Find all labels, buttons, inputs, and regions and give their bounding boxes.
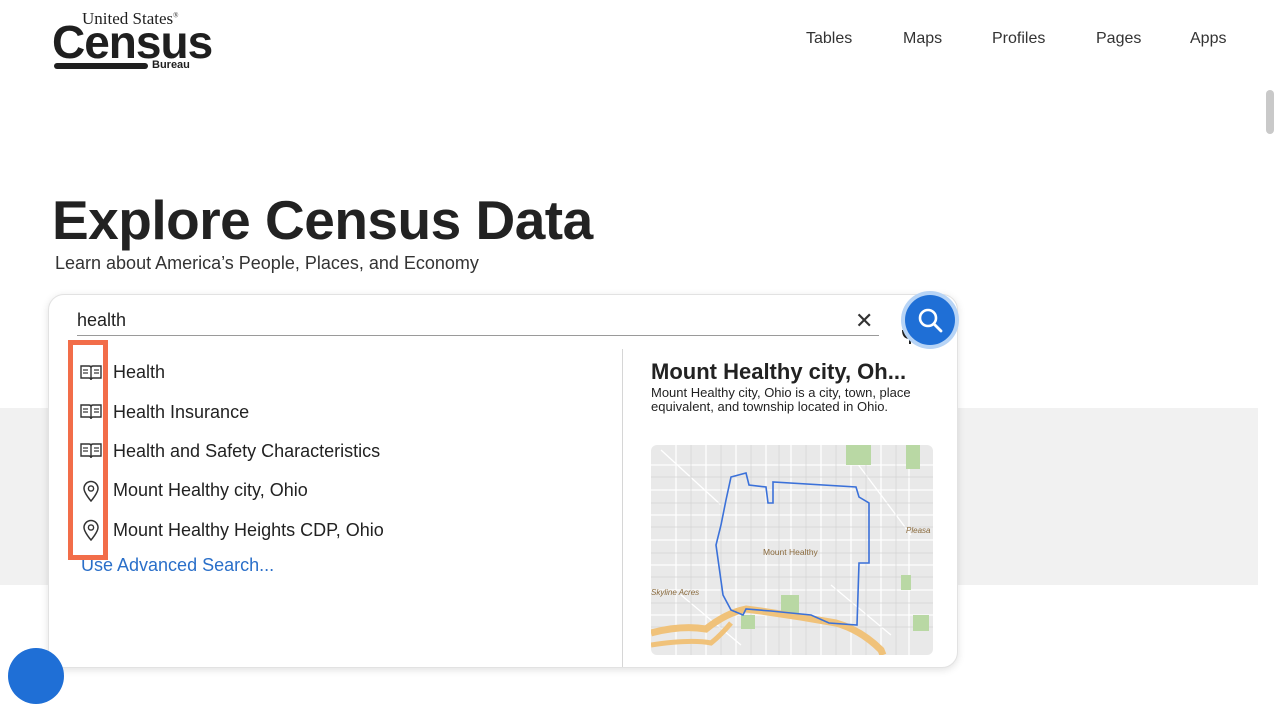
preview-map[interactable]: Mount Healthy Skyline Acres Pleasa bbox=[651, 445, 933, 655]
search-icon bbox=[918, 308, 943, 333]
suggestion-label: Health bbox=[113, 362, 166, 383]
search-field: ✕ bbox=[77, 307, 918, 344]
suggestion-list: Health Health Insurance Health and Safet… bbox=[79, 353, 619, 550]
preview-title[interactable]: Mount Healthy city, Oh... bbox=[651, 359, 941, 385]
suggestion-label: Mount Healthy city, Ohio bbox=[113, 480, 308, 501]
scrollbar-thumb[interactable] bbox=[1266, 90, 1274, 134]
search-panel: ✕ Health Health Insurance bbox=[48, 294, 958, 668]
search-button[interactable] bbox=[905, 295, 955, 345]
suggestion-item[interactable]: Mount Healthy Heights CDP, Ohio bbox=[79, 511, 619, 550]
logo-bottom-text: Bureau bbox=[152, 59, 190, 71]
panel-divider bbox=[622, 349, 623, 667]
map-label-city: Mount Healthy bbox=[763, 547, 819, 557]
map-label-west: Skyline Acres bbox=[651, 588, 699, 597]
page-title: Explore Census Data bbox=[52, 189, 593, 251]
nav-tables[interactable]: Tables bbox=[806, 30, 852, 48]
suggestion-item[interactable]: Mount Healthy city, Ohio bbox=[79, 471, 619, 510]
suggestion-item[interactable]: Health Insurance bbox=[79, 392, 619, 431]
map-label-east: Pleasa bbox=[906, 526, 931, 535]
suggestion-item[interactable]: Health bbox=[79, 353, 619, 392]
top-nav: Tables Maps Profiles Pages Apps bbox=[0, 30, 1280, 50]
nav-pages[interactable]: Pages bbox=[1096, 30, 1141, 48]
search-input[interactable] bbox=[77, 307, 777, 333]
clear-icon[interactable]: ✕ bbox=[855, 310, 873, 332]
suggestion-label: Mount Healthy Heights CDP, Ohio bbox=[113, 519, 384, 540]
highlight-box bbox=[68, 340, 108, 560]
feedback-button[interactable] bbox=[8, 648, 64, 704]
suggestion-item[interactable]: Health and Safety Characteristics bbox=[79, 432, 619, 471]
logo-underline bbox=[54, 63, 148, 69]
nav-maps[interactable]: Maps bbox=[903, 30, 942, 48]
advanced-search-link[interactable]: Use Advanced Search... bbox=[81, 555, 274, 576]
nav-profiles[interactable]: Profiles bbox=[992, 30, 1045, 48]
nav-apps[interactable]: Apps bbox=[1190, 30, 1226, 48]
page-subtitle: Learn about America’s People, Places, an… bbox=[55, 253, 479, 273]
preview-description: Mount Healthy city, Ohio is a city, town… bbox=[651, 385, 911, 414]
suggestion-label: Health and Safety Characteristics bbox=[113, 440, 381, 461]
suggestion-label: Health Insurance bbox=[113, 401, 250, 422]
